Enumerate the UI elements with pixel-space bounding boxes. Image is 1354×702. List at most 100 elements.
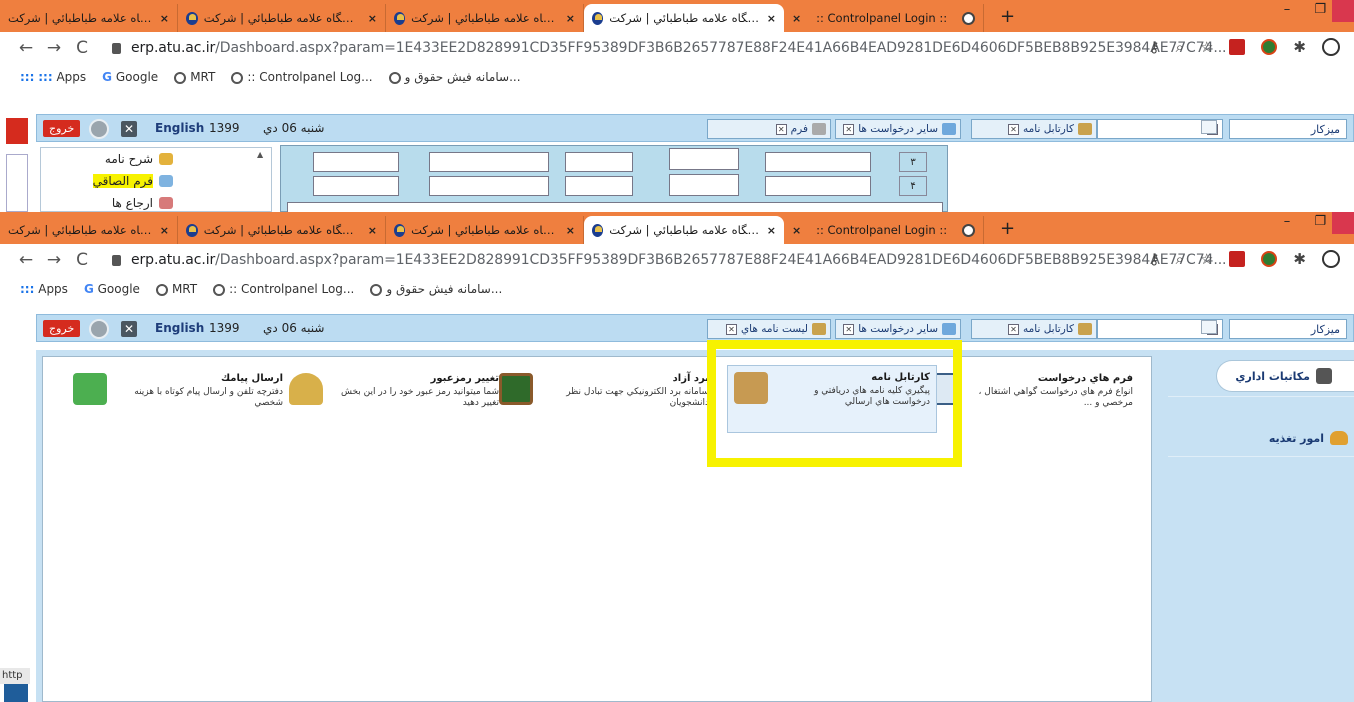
zoom-icon[interactable]: ⌕ [1176, 38, 1184, 56]
english-link[interactable]: English [155, 321, 204, 335]
refresh-icon[interactable] [89, 319, 109, 339]
form-input[interactable] [765, 152, 871, 172]
app-tab[interactable]: ✕ كارتابل نامه [971, 119, 1097, 139]
browser-tab[interactable]: دانشگاه علامه طباطبائي | شركت ... × [386, 4, 584, 32]
browser-tab[interactable]: دانشگاه علامه طباطبائي | شركت ... × [178, 4, 386, 32]
close-icon[interactable]: × [767, 12, 776, 25]
sidebar-item-correspondence[interactable]: مكاتبات اداري [1216, 360, 1354, 392]
extension-icon[interactable] [1261, 39, 1278, 55]
browser-tab[interactable]: دانشگاه علامه طباطبائي | شركت ... × [386, 216, 584, 244]
browser-tab-active[interactable]: دانشگاه علامه طباطبائي | شركت ... × [584, 4, 784, 32]
url-field[interactable]: erp.atu.ac.ir/Dashboard.aspx?param=1E433… [112, 252, 1227, 268]
list-item[interactable]: شرح نامه [105, 152, 173, 166]
form-input[interactable] [313, 152, 399, 172]
window-controls[interactable]: – ❐ [1284, 214, 1336, 229]
mrt-bookmark[interactable]: MRT [174, 70, 215, 84]
google-bookmark[interactable]: G Google [84, 282, 140, 296]
english-link[interactable]: English [155, 121, 204, 135]
forward-icon[interactable]: → [42, 250, 66, 270]
star-icon[interactable]: ☆ [1200, 250, 1213, 268]
browser-tab[interactable]: ×:: Controlpanel Login :: [784, 216, 984, 244]
app-tab[interactable]: ✕ كارتابل نامه [971, 319, 1097, 339]
list-item[interactable]: ارجاع ها [112, 196, 173, 210]
pdf-extension-icon[interactable] [1229, 39, 1246, 55]
key-icon[interactable]: ⚷ [1149, 250, 1160, 268]
forward-icon[interactable]: → [42, 38, 66, 58]
refresh-icon[interactable] [89, 119, 109, 139]
url-field[interactable]: erp.atu.ac.ir/Dashboard.aspx?param=1E433… [112, 40, 1227, 56]
profile-icon[interactable] [1322, 38, 1340, 56]
form-input[interactable] [287, 202, 943, 212]
close-icon[interactable]: ✕ [1008, 123, 1020, 135]
form-input[interactable] [313, 176, 399, 196]
star-icon[interactable]: ☆ [1200, 38, 1213, 56]
close-icon[interactable]: × [566, 224, 575, 237]
app-tab[interactable]: ✕ ساير درخواست ها [835, 319, 961, 339]
form-input[interactable] [669, 174, 739, 196]
desk-field[interactable]: ميزكار [1229, 319, 1347, 339]
controlpanel-bookmark[interactable]: :: Controlpanel Log... [231, 70, 373, 84]
new-tab-button[interactable]: + [1000, 6, 1015, 27]
close-icon[interactable]: ✕ [121, 321, 137, 337]
apps-bookmark[interactable]: ::: Apps [20, 282, 68, 296]
close-icon[interactable]: ✕ [843, 323, 855, 335]
browser-tab[interactable]: ×:: Controlpanel Login :: [784, 4, 984, 32]
fish-bookmark[interactable]: سامانه فيش حقوق و... [370, 282, 502, 296]
back-icon[interactable]: ← [14, 38, 38, 58]
close-icon[interactable]: × [160, 224, 169, 237]
form-input[interactable] [429, 152, 549, 172]
app-tab[interactable]: ✕ فرم [707, 119, 831, 139]
close-icon[interactable]: × [566, 12, 575, 25]
close-icon[interactable]: ✕ [775, 123, 787, 135]
window-close-button[interactable] [1332, 212, 1354, 234]
profile-icon[interactable] [1322, 250, 1340, 268]
window-close-button[interactable] [1332, 0, 1354, 22]
form-input[interactable] [669, 148, 739, 170]
close-icon[interactable]: × [368, 12, 377, 25]
close-icon[interactable]: ✕ [1008, 323, 1020, 335]
service-card-board[interactable]: برد آزاد سامانه برد الكترونيكي جهت تبادل … [499, 373, 709, 433]
reload-icon[interactable]: C [70, 250, 94, 270]
mrt-bookmark[interactable]: MRT [155, 282, 197, 296]
browser-tab[interactable]: دانشگاه علامه طباطبائي | شركت ... × [178, 216, 386, 244]
puzzle-icon[interactable]: ✱ [1293, 38, 1306, 56]
exit-button[interactable]: خروج [43, 120, 81, 137]
app-tab[interactable]: ✕ ليست نامه هاي [707, 319, 831, 339]
browser-tab[interactable]: دانشگاه علامه طباطبائي | شركت ... × [0, 4, 178, 32]
service-card-password[interactable]: تغيير رمزعبور شما ميتوانيد رمز عبور خود ر… [289, 373, 499, 433]
close-icon[interactable]: × [792, 224, 801, 237]
extension-icon[interactable] [1261, 251, 1278, 267]
close-icon[interactable]: × [160, 12, 169, 25]
form-input[interactable] [765, 176, 871, 196]
pdf-extension-icon[interactable] [1229, 251, 1246, 267]
scroll-up-icon[interactable]: ▲ [257, 150, 267, 159]
puzzle-icon[interactable]: ✱ [1293, 250, 1306, 268]
reload-icon[interactable]: C [70, 38, 94, 58]
close-icon[interactable]: × [368, 224, 377, 237]
zoom-icon[interactable]: ⌕ [1176, 250, 1184, 268]
sidebar-item-food[interactable]: امور تغذيه [1216, 426, 1354, 450]
form-input[interactable] [429, 176, 549, 196]
list-item[interactable]: فرم الصاقي [92, 174, 173, 188]
desk-field[interactable]: ميزكار [1229, 119, 1347, 139]
browser-tab-active[interactable]: دانشگاه علامه طباطبائي | شركت ... × [584, 216, 784, 244]
app-tab[interactable]: ✕ ساير درخواست ها [835, 119, 961, 139]
browser-tab[interactable]: دانشگاه علامه طباطبائي | شركت ... × [0, 216, 178, 244]
close-icon[interactable]: × [792, 12, 801, 25]
service-card-sms[interactable]: ارسال پيامك دفترچه تلفن و ارسال پيام كوتا… [73, 373, 283, 433]
key-icon[interactable]: ⚷ [1149, 38, 1160, 56]
apps-bookmark[interactable]: ::: ::: Apps [20, 70, 86, 84]
exit-button[interactable]: خروج [43, 320, 81, 337]
windows-start-icon[interactable] [4, 684, 28, 702]
close-icon[interactable]: ✕ [843, 123, 855, 135]
back-icon[interactable]: ← [14, 250, 38, 270]
close-icon[interactable]: × [767, 224, 776, 237]
new-tab-button[interactable]: + [1000, 218, 1015, 239]
window-controls[interactable]: – ❐ [1284, 2, 1336, 17]
form-input[interactable] [565, 152, 633, 172]
close-icon[interactable]: ✕ [121, 121, 137, 137]
google-bookmark[interactable]: G Google [102, 70, 158, 84]
fish-bookmark[interactable]: سامانه فيش حقوق و... [388, 70, 521, 84]
form-input[interactable] [565, 176, 633, 196]
close-icon[interactable]: ✕ [725, 323, 737, 335]
